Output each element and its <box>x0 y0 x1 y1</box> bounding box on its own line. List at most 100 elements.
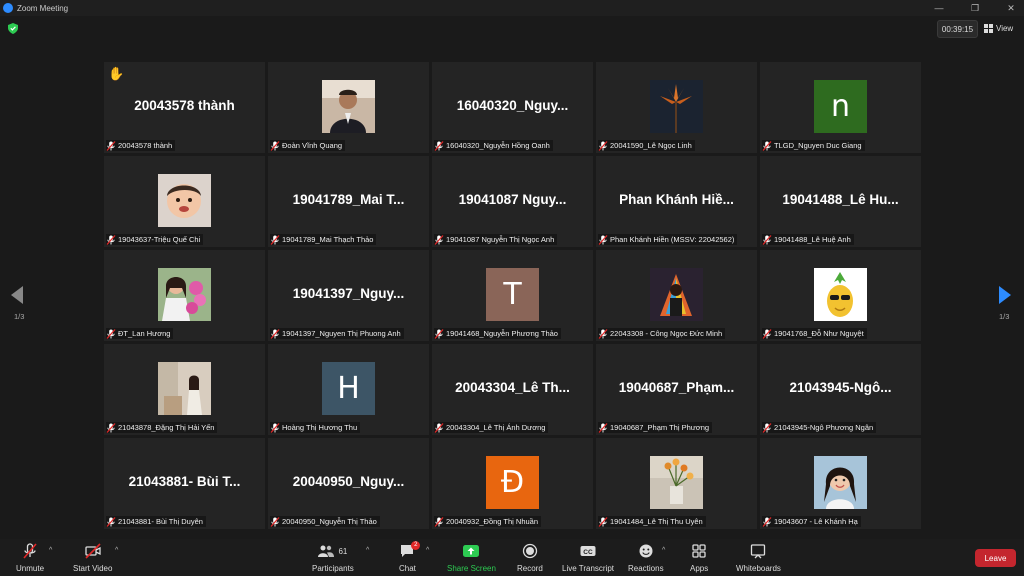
participant-tile[interactable]: 19041488_Lê Hu... 19041488_Lê Huệ Anh <box>760 156 921 247</box>
participant-name-label: 21043878_Đặng Thị Hải Yến <box>106 422 218 433</box>
participant-name: 16040320_Nguyễn Hồng Oanh <box>446 141 550 150</box>
participant-tile[interactable]: 21043945-Ngô... 21043945-Ngô Phương Ngân <box>760 344 921 435</box>
participants-icon <box>318 545 335 557</box>
zoom-app-icon <box>3 3 13 13</box>
participant-photo-avatar <box>650 268 703 321</box>
participant-tile[interactable]: 21043881- Bùi T... 21043881- Bùi Thị Duy… <box>104 438 265 529</box>
leave-button[interactable]: Leave <box>975 549 1016 567</box>
participant-name: Hoàng Thị Hương Thu <box>282 423 358 432</box>
participant-name-label: 22043308 - Công Ngọc Đức Minh <box>598 328 726 339</box>
participant-name-label: Đoàn Vĩnh Quang <box>270 140 346 151</box>
participants-count: 61 <box>338 546 348 556</box>
participants-caret-icon[interactable]: ^ <box>366 547 369 554</box>
participant-tile[interactable]: 22043308 - Công Ngọc Đức Minh <box>596 250 757 341</box>
chat-button[interactable]: 2 Chat <box>399 541 421 573</box>
live-transcript-button[interactable]: CC Live Transcript <box>562 543 614 573</box>
mic-muted-icon <box>23 543 37 559</box>
participant-display-name: 19041488_Lê Hu... <box>782 192 899 207</box>
participant-tile[interactable]: n TLGD_Nguyen Duc Giang <box>760 62 921 153</box>
participant-tile[interactable]: T 19041468_Nguyễn Phương Thảo <box>432 250 593 341</box>
reactions-caret-icon[interactable]: ^ <box>662 547 665 554</box>
record-button[interactable]: Record <box>517 543 543 573</box>
chat-icon-wrap: 2 <box>399 541 421 559</box>
participant-name: 22043308 - Công Ngọc Đức Minh <box>610 329 723 338</box>
next-page-arrow-icon[interactable] <box>999 286 1013 304</box>
participant-tile[interactable]: 20040950_Nguy... 20040950_Nguyễn Thị Thả… <box>268 438 429 529</box>
participant-display-name: 21043945-Ngô... <box>789 380 892 395</box>
maximize-button[interactable]: ❐ <box>970 3 980 14</box>
close-button[interactable]: ✕ <box>1006 3 1016 14</box>
grid-view-icon <box>984 23 993 33</box>
participant-tile[interactable]: 19041087 Nguy... 19041087 Nguyễn Thị Ngọ… <box>432 156 593 247</box>
participant-tile[interactable]: 19043607 - Lê Khánh Hạ <box>760 438 921 529</box>
audio-options-caret-icon[interactable]: ^ <box>49 547 52 554</box>
participant-name: 20040950_Nguyễn Thị Thảo <box>282 517 377 526</box>
participant-tile[interactable]: 19041484_Lê Thị Thu Uyên <box>596 438 757 529</box>
participant-tile[interactable]: 21043878_Đặng Thị Hải Yến <box>104 344 265 435</box>
participants-label: Participants <box>312 564 354 573</box>
participant-tile[interactable]: Đ 20040932_Đồng Thị Nhuần <box>432 438 593 529</box>
video-off-icon <box>85 543 101 559</box>
participant-display-name: 19040687_Phạm... <box>618 380 735 395</box>
whiteboard-icon <box>751 544 766 559</box>
participant-name: 21043881- Bùi Thị Duyên <box>118 517 203 526</box>
participant-tile[interactable]: Phan Khánh Hiề... Phan Khánh Hiền (MSSV:… <box>596 156 757 247</box>
participant-tile[interactable]: 19043637-Triệu Quế Chi <box>104 156 265 247</box>
mic-muted-icon <box>270 140 280 151</box>
participant-display-name: 19041087 Nguy... <box>458 192 567 207</box>
participant-name-label: 19043607 - Lê Khánh Hạ <box>762 516 861 527</box>
start-video-label: Start Video <box>73 564 113 573</box>
participant-name-label: 20043304_Lê Thị Ánh Dương <box>434 422 549 433</box>
participant-tile[interactable]: ✋ 20043578 thành 20043578 thành <box>104 62 265 153</box>
participant-name-label: 20041590_Lê Ngọc Linh <box>598 140 695 151</box>
participant-tile[interactable]: 20041590_Lê Ngọc Linh <box>596 62 757 153</box>
participant-name-label: 19043637-Triệu Quế Chi <box>106 234 204 245</box>
mic-muted-icon <box>598 422 608 433</box>
view-label: View <box>996 23 1014 33</box>
security-shield-icon[interactable] <box>8 23 18 34</box>
mic-muted-icon <box>762 140 772 151</box>
previous-page-arrow-icon[interactable] <box>11 286 25 304</box>
participant-initial-avatar: n <box>814 80 867 133</box>
participant-tile[interactable]: 20043304_Lê Th... 20043304_Lê Thị Ánh Dư… <box>432 344 593 435</box>
participant-tile[interactable]: 19041768_Đỗ Như Nguyệt <box>760 250 921 341</box>
chat-caret-icon[interactable]: ^ <box>426 547 429 554</box>
page-indicator-right: 1/3 <box>999 312 1010 321</box>
whiteboards-label: Whiteboards <box>736 564 781 573</box>
participant-name: 21043878_Đặng Thị Hải Yến <box>118 423 215 432</box>
reactions-button[interactable]: Reactions <box>628 543 664 573</box>
participant-tile[interactable]: 19041397_Nguy... 19041397_Nguyen Thị Phu… <box>268 250 429 341</box>
participant-tile[interactable]: 16040320_Nguy... 16040320_Nguyễn Hồng Oa… <box>432 62 593 153</box>
participant-tile[interactable]: 19041789_Mai T... 19041789_Mai Thạch Thả… <box>268 156 429 247</box>
participant-name-label: 20040932_Đồng Thị Nhuần <box>434 516 542 527</box>
participant-name: 19043607 - Lê Khánh Hạ <box>774 517 858 526</box>
mic-muted-icon <box>434 234 444 245</box>
participant-name-label: Phan Khánh Hiền (MSSV: 22042562) <box>598 234 738 245</box>
participant-name-label: 21043881- Bùi Thị Duyên <box>106 516 206 527</box>
mic-muted-icon <box>106 516 116 527</box>
mic-muted-icon <box>434 140 444 151</box>
minimize-button[interactable]: — <box>934 3 944 13</box>
participant-tile[interactable]: Đoàn Vĩnh Quang <box>268 62 429 153</box>
participant-display-name: 20043304_Lê Th... <box>455 380 570 395</box>
whiteboards-button[interactable]: Whiteboards <box>736 543 781 573</box>
mic-muted-icon <box>270 328 280 339</box>
participants-button[interactable]: 61 Participants <box>312 543 354 573</box>
video-gallery-grid: ✋ 20043578 thành 20043578 thành Đoàn Vĩnh… <box>104 62 921 529</box>
participant-tile[interactable]: ĐT_Lan Hương <box>104 250 265 341</box>
closed-captions-icon: CC <box>580 546 596 556</box>
unmute-button[interactable]: Unmute <box>16 543 44 573</box>
participant-name-label: ĐT_Lan Hương <box>106 328 174 339</box>
view-button[interactable]: View <box>984 20 1013 36</box>
apps-icon <box>692 544 706 558</box>
title-bar: Zoom Meeting — ❐ ✕ <box>0 0 1024 16</box>
apps-button[interactable]: Apps <box>690 543 708 573</box>
video-options-caret-icon[interactable]: ^ <box>115 547 118 554</box>
share-screen-button[interactable]: Share Screen <box>447 543 496 573</box>
share-screen-icon <box>463 545 480 557</box>
participant-tile[interactable]: H Hoàng Thị Hương Thu <box>268 344 429 435</box>
participant-initial-avatar: Đ <box>486 456 539 509</box>
participant-tile[interactable]: 19040687_Phạm... 19040687_Phạm Thị Phươn… <box>596 344 757 435</box>
start-video-button[interactable]: Start Video <box>73 543 112 573</box>
participant-name: ĐT_Lan Hương <box>118 329 171 338</box>
